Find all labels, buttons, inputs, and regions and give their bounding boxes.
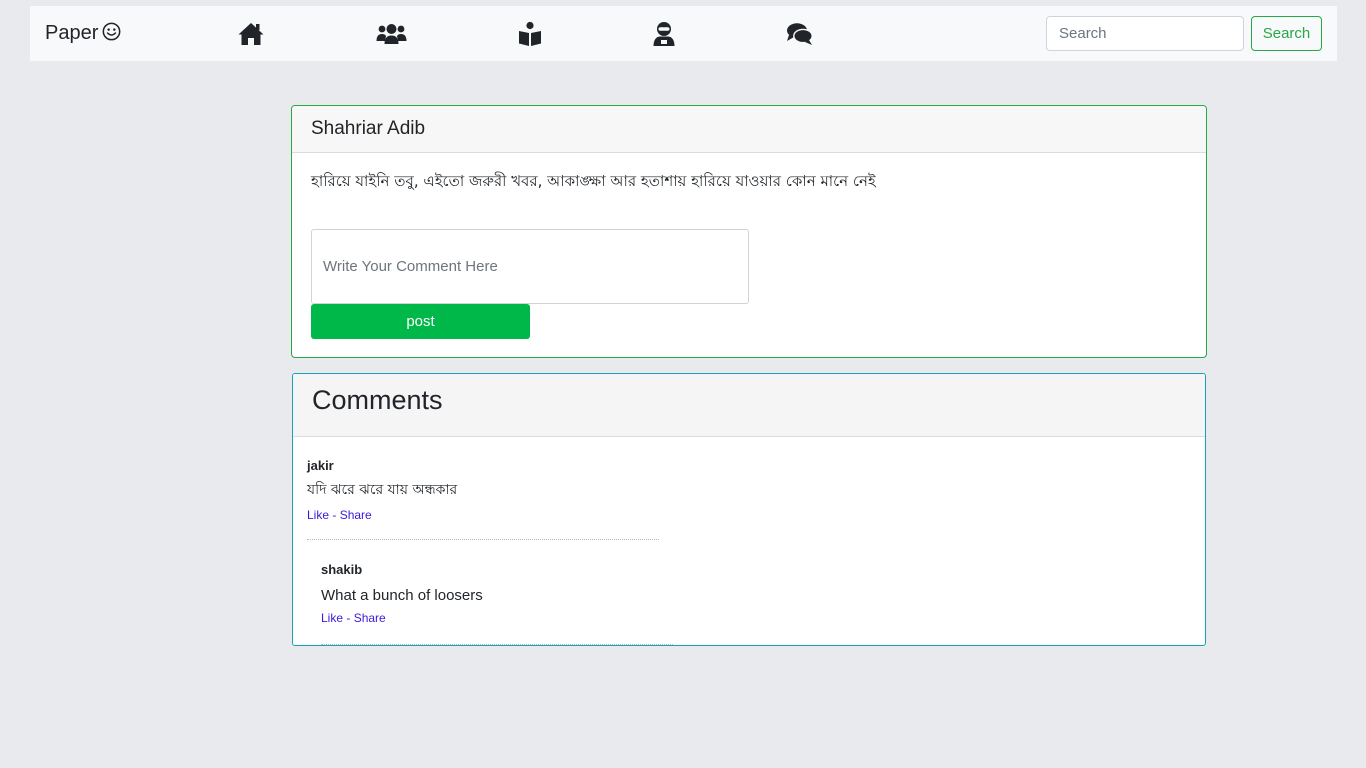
post-author: Shahriar Adib: [292, 106, 1206, 153]
post-text: হারিয়ে যাইনি তবু, এইতো জরুরী খবর, আকাঙ্…: [311, 172, 876, 190]
reader-icon[interactable]: [517, 21, 543, 47]
comment-actions: Like - Share: [321, 611, 673, 625]
home-icon[interactable]: [237, 21, 265, 47]
like-link[interactable]: Like: [307, 508, 329, 522]
smiley-icon: [102, 22, 121, 41]
share-link[interactable]: Share: [340, 508, 372, 522]
search-button[interactable]: Search: [1251, 16, 1322, 51]
comment-text: যদি ঝরে ঝরে যায় অন্ধকার: [307, 482, 458, 498]
users-icon[interactable]: [376, 21, 407, 47]
comments-card: Comments jakir যদি ঝরে ঝরে যায় অন্ধকার …: [292, 373, 1206, 646]
brand-label: Paper: [45, 22, 99, 44]
post-card: Shahriar Adib হারিয়ে যাইনি তবু, এইতো জর…: [291, 105, 1207, 358]
comment-author: jakir: [307, 458, 334, 473]
comments-title: Comments: [293, 374, 1205, 437]
brand[interactable]: Paper: [45, 6, 121, 61]
user-ninja-icon[interactable]: [652, 21, 676, 47]
comment-item: shakib What a bunch of loosers Like - Sh…: [321, 562, 673, 645]
like-link[interactable]: Like: [321, 611, 343, 625]
action-separator: -: [343, 611, 354, 625]
comment-actions: Like - Share: [307, 508, 659, 522]
comment-author: shakib: [321, 562, 363, 577]
comment-item: jakir যদি ঝরে ঝরে যায় অন্ধকার Like - Sh…: [307, 458, 659, 540]
navbar: Paper Search: [30, 6, 1337, 61]
comment-input[interactable]: [311, 229, 749, 304]
share-link[interactable]: Share: [354, 611, 386, 625]
post-button[interactable]: post: [311, 304, 530, 339]
comment-text: What a bunch of loosers: [321, 587, 483, 604]
search-input[interactable]: [1046, 16, 1244, 51]
action-separator: -: [329, 508, 340, 522]
comments-icon[interactable]: [786, 21, 813, 47]
